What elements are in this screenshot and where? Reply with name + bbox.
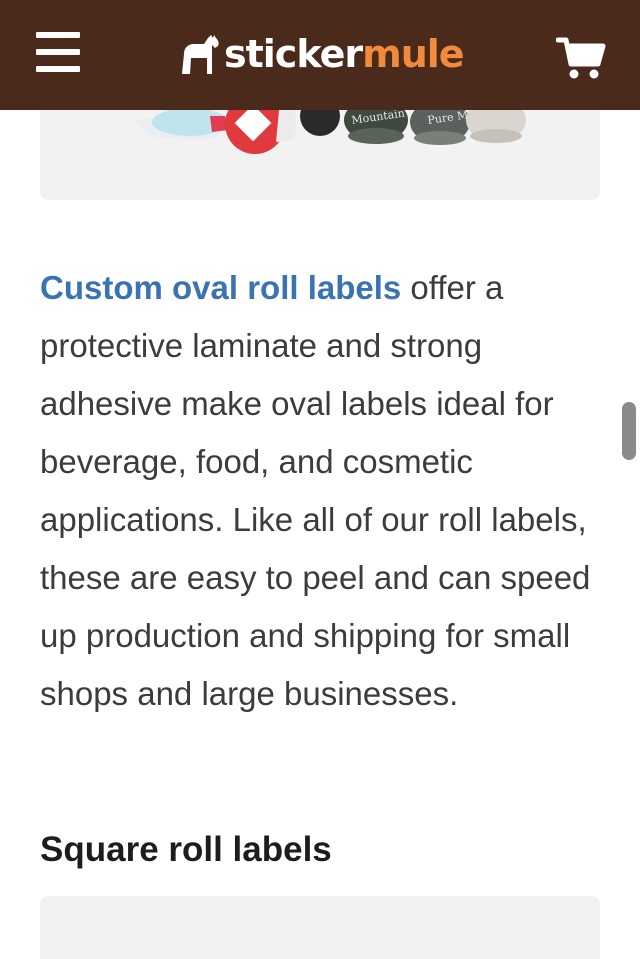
- square-roll-labels-image: [40, 896, 600, 959]
- site-header: stickermule: [0, 0, 640, 110]
- hamburger-menu-icon[interactable]: [36, 32, 82, 74]
- page: Mountain Pure M stickermule Custom oval …: [0, 0, 640, 959]
- section-title-square-roll-labels: Square roll labels: [40, 830, 332, 869]
- logo-mule-text: mule: [362, 32, 464, 76]
- shopping-cart-icon[interactable]: [555, 36, 606, 80]
- logo-wordmark: stickermule: [224, 32, 465, 76]
- oval-labels-description: Custom oval roll labels offer a protecti…: [40, 259, 605, 723]
- stickermule-logo[interactable]: stickermule: [178, 26, 465, 82]
- custom-oval-roll-labels-link[interactable]: Custom oval roll labels: [40, 269, 401, 306]
- logo-sticker-text: sticker: [224, 32, 363, 76]
- mule-icon: [182, 35, 219, 74]
- description-body: offer a protective laminate and strong a…: [40, 269, 591, 712]
- scrollbar-thumb[interactable]: [622, 402, 636, 460]
